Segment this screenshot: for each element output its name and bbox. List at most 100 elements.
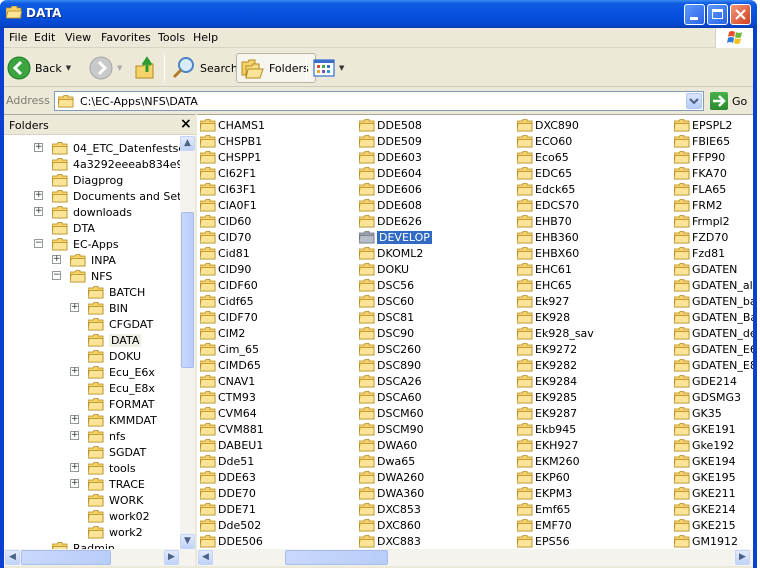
tree-item[interactable]: Ecu_E8x [88, 380, 155, 396]
scroll-left-icon[interactable]: ◀ [5, 550, 20, 565]
expand-icon[interactable]: + [34, 143, 43, 152]
scroll-thumb[interactable] [181, 212, 194, 368]
folder-item[interactable]: CHSPP1 [200, 149, 261, 165]
folder-item[interactable]: DDE606 [359, 181, 422, 197]
tree-item[interactable]: DTA [52, 220, 95, 236]
folder-item[interactable]: CID90 [200, 261, 251, 277]
folder-item[interactable]: DXC853 [359, 501, 421, 517]
folder-item[interactable]: CVM64 [200, 405, 257, 421]
folder-tree-vertical-scrollbar[interactable]: ▲ ▼ [180, 136, 195, 549]
tree-item[interactable]: +04_ETC_Datenfestscl [34, 140, 180, 156]
tree-item[interactable]: work02 [88, 508, 150, 524]
folder-item[interactable]: DXC883 [359, 533, 421, 549]
folder-item[interactable]: CVM881 [200, 421, 264, 437]
expand-icon[interactable]: + [34, 207, 43, 216]
folder-item[interactable]: FKA70 [674, 165, 727, 181]
folder-item[interactable]: DSCM60 [359, 405, 424, 421]
folder-item[interactable]: CHAMS1 [200, 117, 265, 133]
menu-help[interactable]: Help [193, 31, 218, 44]
tree-item[interactable]: + Documents and Settir [34, 188, 180, 204]
folder-item[interactable]: DABEU1 [200, 437, 263, 453]
folder-item[interactable]: GKE194 [674, 453, 736, 469]
folder-item[interactable]: DSCM90 [359, 421, 424, 437]
scroll-right-icon[interactable]: ▶ [735, 550, 750, 565]
folder-item[interactable]: CTM93 [200, 389, 256, 405]
tree-item[interactable]: + KMMDAT [70, 412, 157, 428]
folder-item[interactable]: GKE214 [674, 501, 736, 517]
expand-icon[interactable]: + [52, 255, 61, 264]
folder-item[interactable]: EHC65 [517, 277, 572, 293]
tree-item[interactable]: + Ecu_E6x [70, 364, 155, 380]
folder-item[interactable]: DDE506 [200, 533, 263, 549]
folder-item[interactable]: DDE509 [359, 133, 422, 149]
tree-item[interactable]: SGDAT [88, 444, 146, 460]
folder-item[interactable]: EHB70 [517, 213, 572, 229]
folder-item[interactable]: FFP90 [674, 149, 725, 165]
folder-item[interactable]: CID60 [200, 213, 251, 229]
folder-item[interactable]: CI63F1 [200, 181, 256, 197]
tree-item[interactable]: WORK [88, 492, 143, 508]
folder-item[interactable]: CIDF70 [200, 309, 258, 325]
tree-item[interactable]: work2 [88, 524, 143, 540]
folder-item[interactable]: FBIE65 [674, 133, 730, 149]
search-button[interactable]: Search [172, 53, 238, 83]
folder-item[interactable]: ECO60 [517, 133, 572, 149]
folder-item[interactable]: EK9285 [517, 389, 577, 405]
tree-item[interactable]: − NFS [52, 268, 112, 284]
folder-item[interactable]: Fzd81 [674, 245, 725, 261]
folder-item[interactable]: CIDF60 [200, 277, 258, 293]
folder-item[interactable]: EK9282 [517, 357, 577, 373]
folder-item[interactable]: Dde51 [200, 453, 254, 469]
folder-item[interactable]: DXC860 [359, 517, 421, 533]
folder-tree-horizontal-scrollbar[interactable]: ◀ ▶ [4, 549, 195, 566]
folder-item[interactable]: DSC90 [359, 325, 414, 341]
folder-item[interactable]: DXC890 [517, 117, 579, 133]
folder-item[interactable]: Emf65 [517, 501, 571, 517]
folder-item[interactable]: EMF70 [517, 517, 572, 533]
tree-item[interactable]: FORMAT [88, 396, 155, 412]
folder-item[interactable]: Edck65 [517, 181, 575, 197]
folder-item[interactable]: DSC260 [359, 341, 421, 357]
folder-item[interactable]: GDATEN_E6 [674, 341, 753, 357]
folder-item[interactable]: EKM260 [517, 453, 580, 469]
expand-icon[interactable]: + [70, 479, 79, 488]
forward-dropdown-icon[interactable]: ▼ [117, 64, 122, 72]
tree-item[interactable]: DATA [88, 332, 142, 348]
folder-item[interactable]: Ekb945 [517, 421, 576, 437]
folder-item[interactable]: Gke192 [674, 437, 734, 453]
folder-item[interactable]: EPSPL2 [674, 117, 732, 133]
folders-button[interactable]: Folders [236, 53, 316, 83]
menu-tools[interactable]: Tools [158, 31, 185, 44]
folder-item[interactable]: DDE63 [200, 469, 256, 485]
back-dropdown-icon[interactable]: ▼ [66, 64, 71, 72]
folder-item[interactable]: Cid81 [200, 245, 250, 261]
folder-item[interactable]: Cim_65 [200, 341, 259, 357]
tree-item[interactable]: − EC-Apps [34, 236, 119, 252]
folder-item[interactable]: DSCA26 [359, 373, 422, 389]
folder-item[interactable]: FLA65 [674, 181, 726, 197]
folder-item[interactable]: DWA260 [359, 469, 424, 485]
folder-item[interactable]: EK9272 [517, 341, 577, 357]
folder-item[interactable]: EPS56 [517, 533, 570, 549]
back-button[interactable]: Back ▼ [7, 53, 71, 83]
tree-item[interactable]: DOKU [88, 348, 141, 364]
folder-item[interactable]: CIM2 [200, 325, 245, 341]
close-pane-icon[interactable]: × [180, 116, 192, 132]
expand-icon[interactable]: + [34, 191, 43, 200]
up-folder-button[interactable] [135, 53, 157, 83]
folder-item[interactable]: EHC61 [517, 261, 572, 277]
menu-edit[interactable]: Edit [34, 31, 55, 44]
folder-item[interactable]: CIA0F1 [200, 197, 257, 213]
expand-icon[interactable]: + [70, 367, 79, 376]
scroll-thumb[interactable] [285, 550, 388, 565]
folder-item[interactable]: DWA60 [359, 437, 417, 453]
menu-favorites[interactable]: Favorites [101, 31, 151, 44]
folder-item[interactable]: CI62F1 [200, 165, 256, 181]
folder-item[interactable]: CIMD65 [200, 357, 261, 373]
folder-item[interactable]: Cidf65 [200, 293, 254, 309]
expand-icon[interactable]: + [70, 415, 79, 424]
folder-item[interactable]: CHSPB1 [200, 133, 262, 149]
folder-item[interactable]: GKE195 [674, 469, 736, 485]
folder-item[interactable]: CID70 [200, 229, 251, 245]
folder-item[interactable]: Eco65 [517, 149, 569, 165]
